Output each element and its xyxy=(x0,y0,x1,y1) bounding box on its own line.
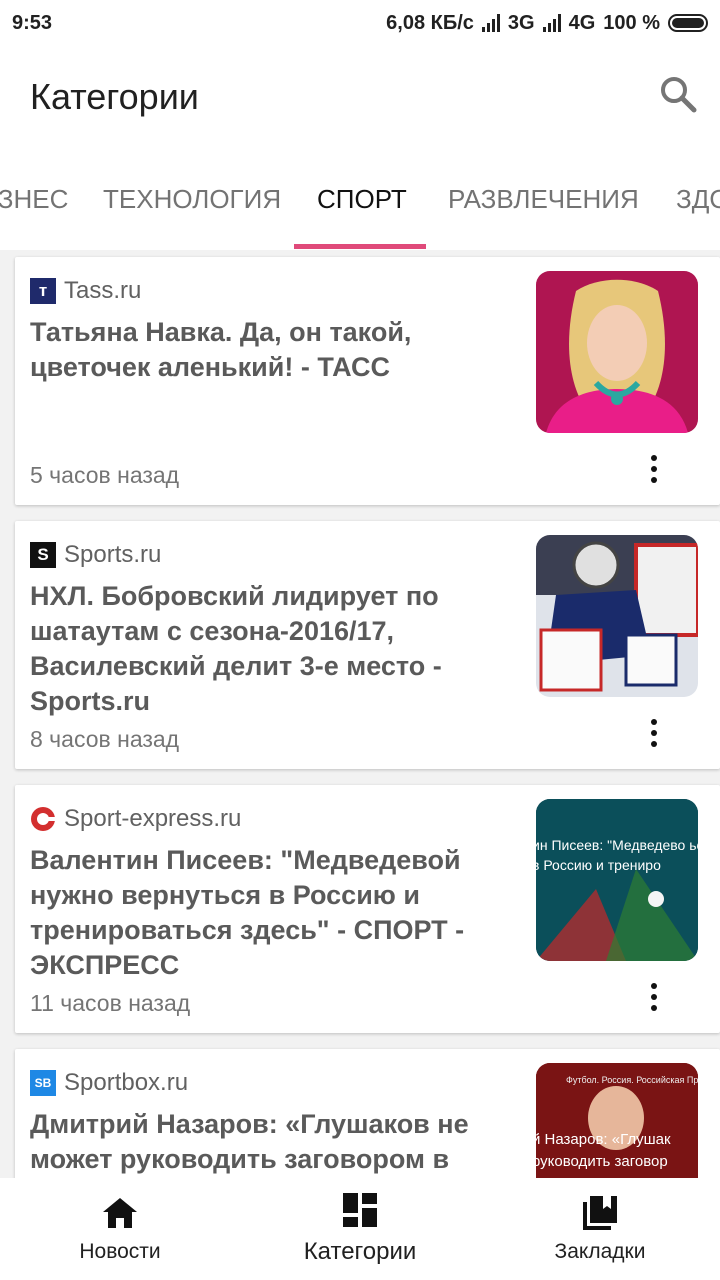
signal-icon xyxy=(542,14,561,32)
news-time: 8 часов назад xyxy=(30,726,180,752)
news-headline[interactable]: Валентин Писеев: "Медведевой нужно верну… xyxy=(30,843,500,983)
app-bar: Категории xyxy=(0,46,720,150)
news-source: т Tass.ru xyxy=(30,277,141,305)
news-time: 11 часов назад xyxy=(30,990,191,1016)
status-bar: 9:53 6,08 КБ/с 3G 4G 100 % xyxy=(0,0,720,46)
source-name: Sport-express.ru xyxy=(64,805,242,832)
active-tab-indicator xyxy=(294,244,426,249)
news-feed[interactable]: т Tass.ru Татьяна Навка. Да, он такой, ц… xyxy=(0,250,720,1178)
sportbox-logo-icon: SB xyxy=(30,1070,56,1096)
news-source: SB Sportbox.ru xyxy=(30,1069,188,1097)
source-name: Sportbox.ru xyxy=(64,1069,189,1096)
tab-sport[interactable]: СПОРТ xyxy=(317,184,407,215)
news-source: S Sports.ru xyxy=(30,541,161,569)
category-tabs: БИЗНЕС ТЕХНОЛОГИЯ СПОРТ РАЗВЛЕЧЕНИЯ ЗДОР… xyxy=(0,150,720,250)
news-time: 5 часов назад xyxy=(30,462,180,488)
news-card[interactable]: SB Sportbox.ru Дмитрий Назаров: «Глушако… xyxy=(15,1049,720,1178)
news-card[interactable]: Sport-express.ru Валентин Писеев: "Медве… xyxy=(15,785,720,1033)
more-options-button[interactable] xyxy=(637,713,671,753)
thumbnail-caption: ин Писеев: "Медведево ься в Россию и тре… xyxy=(536,837,698,873)
search-icon xyxy=(661,77,697,113)
news-thumbnail[interactable] xyxy=(536,535,698,697)
network-type-1: 3G xyxy=(507,11,535,34)
more-options-button[interactable] xyxy=(637,977,671,1017)
tab-entertainment[interactable]: РАЗВЛЕЧЕНИЯ xyxy=(448,184,639,215)
nav-news[interactable]: Новости xyxy=(0,1178,240,1280)
signal-icon xyxy=(481,14,500,32)
nav-label: Категории xyxy=(303,1238,417,1265)
thumbnail-caption: Футбол. Россия. Российская Прем xyxy=(566,1075,698,1085)
nav-label: Закладки xyxy=(554,1240,646,1263)
network-type-2: 4G xyxy=(568,11,596,34)
sports-ru-logo-icon: S xyxy=(30,542,56,568)
tab-technology[interactable]: ТЕХНОЛОГИЯ xyxy=(103,184,281,215)
home-icon xyxy=(103,1198,137,1228)
news-source: Sport-express.ru xyxy=(30,805,241,833)
news-thumbnail[interactable]: Футбол. Россия. Российская Прем й Назаро… xyxy=(536,1063,698,1178)
network-speed: 6,08 КБ/с xyxy=(386,11,474,34)
battery-icon xyxy=(668,14,708,32)
thumbnail-text: й Назаров: «Глушак руководить заговор xyxy=(536,1131,675,1170)
bookmarks-icon xyxy=(583,1196,617,1230)
news-headline[interactable]: НХЛ. Бобровский лидирует по шатаутам с с… xyxy=(30,579,500,719)
source-name: Sports.ru xyxy=(64,541,162,568)
source-name: Tass.ru xyxy=(64,277,142,304)
nav-bookmarks[interactable]: Закладки xyxy=(480,1178,720,1280)
battery-level: 100 % xyxy=(603,11,660,34)
dashboard-icon xyxy=(343,1193,377,1227)
more-options-button[interactable] xyxy=(637,449,671,489)
news-headline[interactable]: Дмитрий Назаров: «Глушаков не может руко… xyxy=(30,1107,500,1177)
sport-express-logo-icon xyxy=(30,806,56,832)
news-card[interactable]: т Tass.ru Татьяна Навка. Да, он такой, ц… xyxy=(15,257,720,505)
tass-logo-icon: т xyxy=(30,278,56,304)
status-time: 9:53 xyxy=(12,11,53,34)
news-thumbnail[interactable]: ин Писеев: "Медведево ься в Россию и тре… xyxy=(536,799,698,961)
news-headline[interactable]: Татьяна Навка. Да, он такой, цветочек ал… xyxy=(30,315,500,385)
nav-categories[interactable]: Категории xyxy=(240,1178,480,1280)
search-button[interactable] xyxy=(658,74,698,114)
news-card[interactable]: S Sports.ru НХЛ. Бобровский лидирует по … xyxy=(15,521,720,769)
news-thumbnail[interactable] xyxy=(536,271,698,433)
bottom-navigation: Новости Категории Закладки xyxy=(0,1178,720,1280)
nav-label: Новости xyxy=(79,1240,161,1263)
status-indicators: 6,08 КБ/с 3G 4G 100 % xyxy=(386,12,708,35)
page-title: Категории xyxy=(30,76,199,117)
tab-business[interactable]: БИЗНЕС xyxy=(0,184,68,215)
tab-health[interactable]: ЗДОРОВЬЕ xyxy=(676,184,720,215)
